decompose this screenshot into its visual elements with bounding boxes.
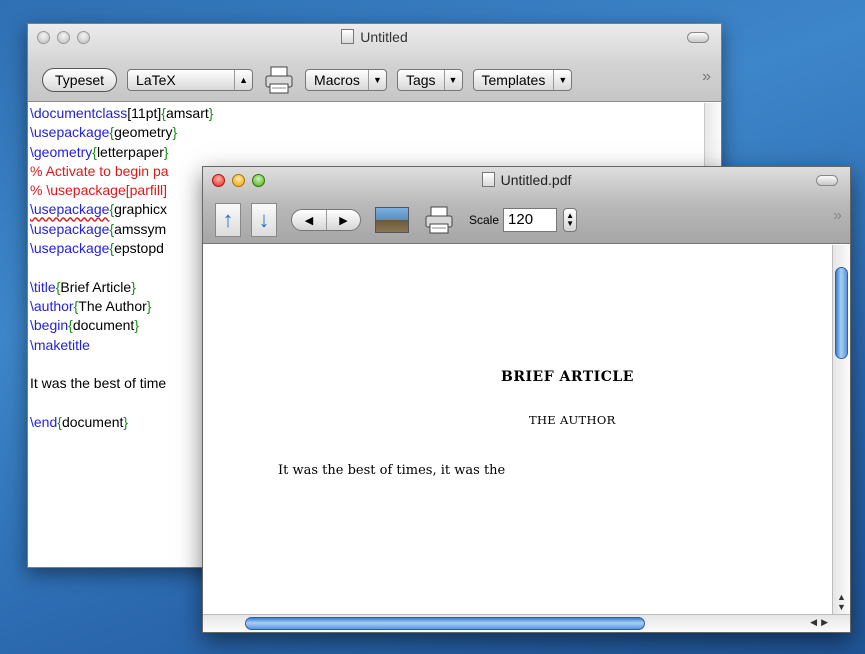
article-body: It was the best of times, it was the bbox=[278, 463, 506, 478]
scroll-right-icon[interactable]: ▶ bbox=[821, 617, 828, 628]
article-author: THE AUTHOR bbox=[529, 413, 616, 427]
document-icon bbox=[341, 29, 355, 44]
pdf-preview-window: Untitled.pdf ↑ ↓ ◀ ▶ Scale 120 ▲ ▼ » BRIE… bbox=[202, 166, 851, 633]
dropdown-arrow-icon: ▼ bbox=[553, 70, 571, 90]
editor-toolbar: Typeset LaTeX ▲ Macros ▼ Tags ▼ Template… bbox=[42, 64, 573, 96]
arrow-down-icon[interactable]: ↓ bbox=[251, 203, 277, 237]
next-page-icon[interactable]: ▶ bbox=[326, 210, 360, 230]
pdf-toolbar: ↑ ↓ ◀ ▶ Scale 120 ▲ ▼ bbox=[215, 203, 578, 237]
code-line: \documentclass[11pt]{amsart} bbox=[30, 105, 214, 121]
dropdown-arrow-icon: ▼ bbox=[367, 70, 386, 90]
typeset-button[interactable]: Typeset bbox=[42, 68, 118, 92]
scale-input[interactable]: 120 bbox=[503, 208, 558, 232]
scroll-down-icon[interactable]: ▼ bbox=[837, 602, 846, 612]
dropdown-arrow-icon: ▼ bbox=[443, 70, 462, 90]
scroll-left-icon[interactable]: ◀ bbox=[810, 617, 817, 628]
editor-titlebar: Untitled Typeset LaTeX ▲ Macros ▼ Tags ▼ bbox=[28, 24, 721, 102]
toolbar-toggle-button[interactable] bbox=[687, 32, 709, 43]
macros-menu[interactable]: Macros ▼ bbox=[305, 69, 387, 91]
page-navigation-control: ◀ ▶ bbox=[291, 209, 361, 231]
previous-page-icon[interactable]: ◀ bbox=[292, 210, 326, 230]
pdf-titlebar: Untitled.pdf ↑ ↓ ◀ ▶ Scale 120 ▲ ▼ » bbox=[203, 167, 850, 244]
tags-menu[interactable]: Tags ▼ bbox=[396, 69, 463, 91]
updown-arrows-icon: ▲ bbox=[234, 70, 252, 90]
pdf-document-icon bbox=[481, 172, 495, 187]
scale-label: Scale bbox=[469, 213, 500, 227]
print-icon[interactable] bbox=[423, 204, 455, 236]
pdf-window-title: Untitled.pdf bbox=[203, 172, 850, 188]
toolbar-overflow-icon[interactable]: » bbox=[702, 68, 711, 86]
horizontal-scroll-thumb[interactable] bbox=[245, 617, 645, 630]
code-line: \geometry{letterpaper} bbox=[30, 143, 169, 160]
article-title: BRIEF ARTICLE bbox=[501, 369, 634, 385]
engine-select[interactable]: LaTeX ▲ bbox=[127, 69, 254, 91]
templates-menu[interactable]: Templates ▼ bbox=[472, 69, 573, 91]
pdf-vertical-scrollbar[interactable]: ▲ ▼ bbox=[832, 245, 850, 614]
code-line: \usepackage{geometry} bbox=[30, 124, 178, 141]
scale-stepper[interactable]: ▲ ▼ bbox=[563, 208, 578, 232]
vertical-scroll-thumb[interactable] bbox=[835, 267, 848, 359]
pdf-horizontal-scrollbar[interactable]: ◀ ▶ bbox=[203, 614, 850, 632]
toolbar-toggle-button[interactable] bbox=[816, 175, 838, 186]
editor-window-title: Untitled bbox=[28, 29, 721, 45]
horizontal-scroll-arrows[interactable]: ◀ ▶ bbox=[810, 617, 828, 628]
toolbar-overflow-icon[interactable]: » bbox=[833, 207, 842, 225]
vertical-scroll-arrows[interactable]: ▲ ▼ bbox=[833, 592, 850, 612]
image-icon[interactable] bbox=[375, 207, 409, 233]
scroll-up-icon[interactable]: ▲ bbox=[837, 592, 846, 602]
pdf-page: BRIEF ARTICLE THE AUTHOR It was the best… bbox=[203, 245, 832, 614]
arrow-up-icon[interactable]: ↑ bbox=[215, 203, 241, 237]
print-icon[interactable] bbox=[263, 64, 295, 96]
